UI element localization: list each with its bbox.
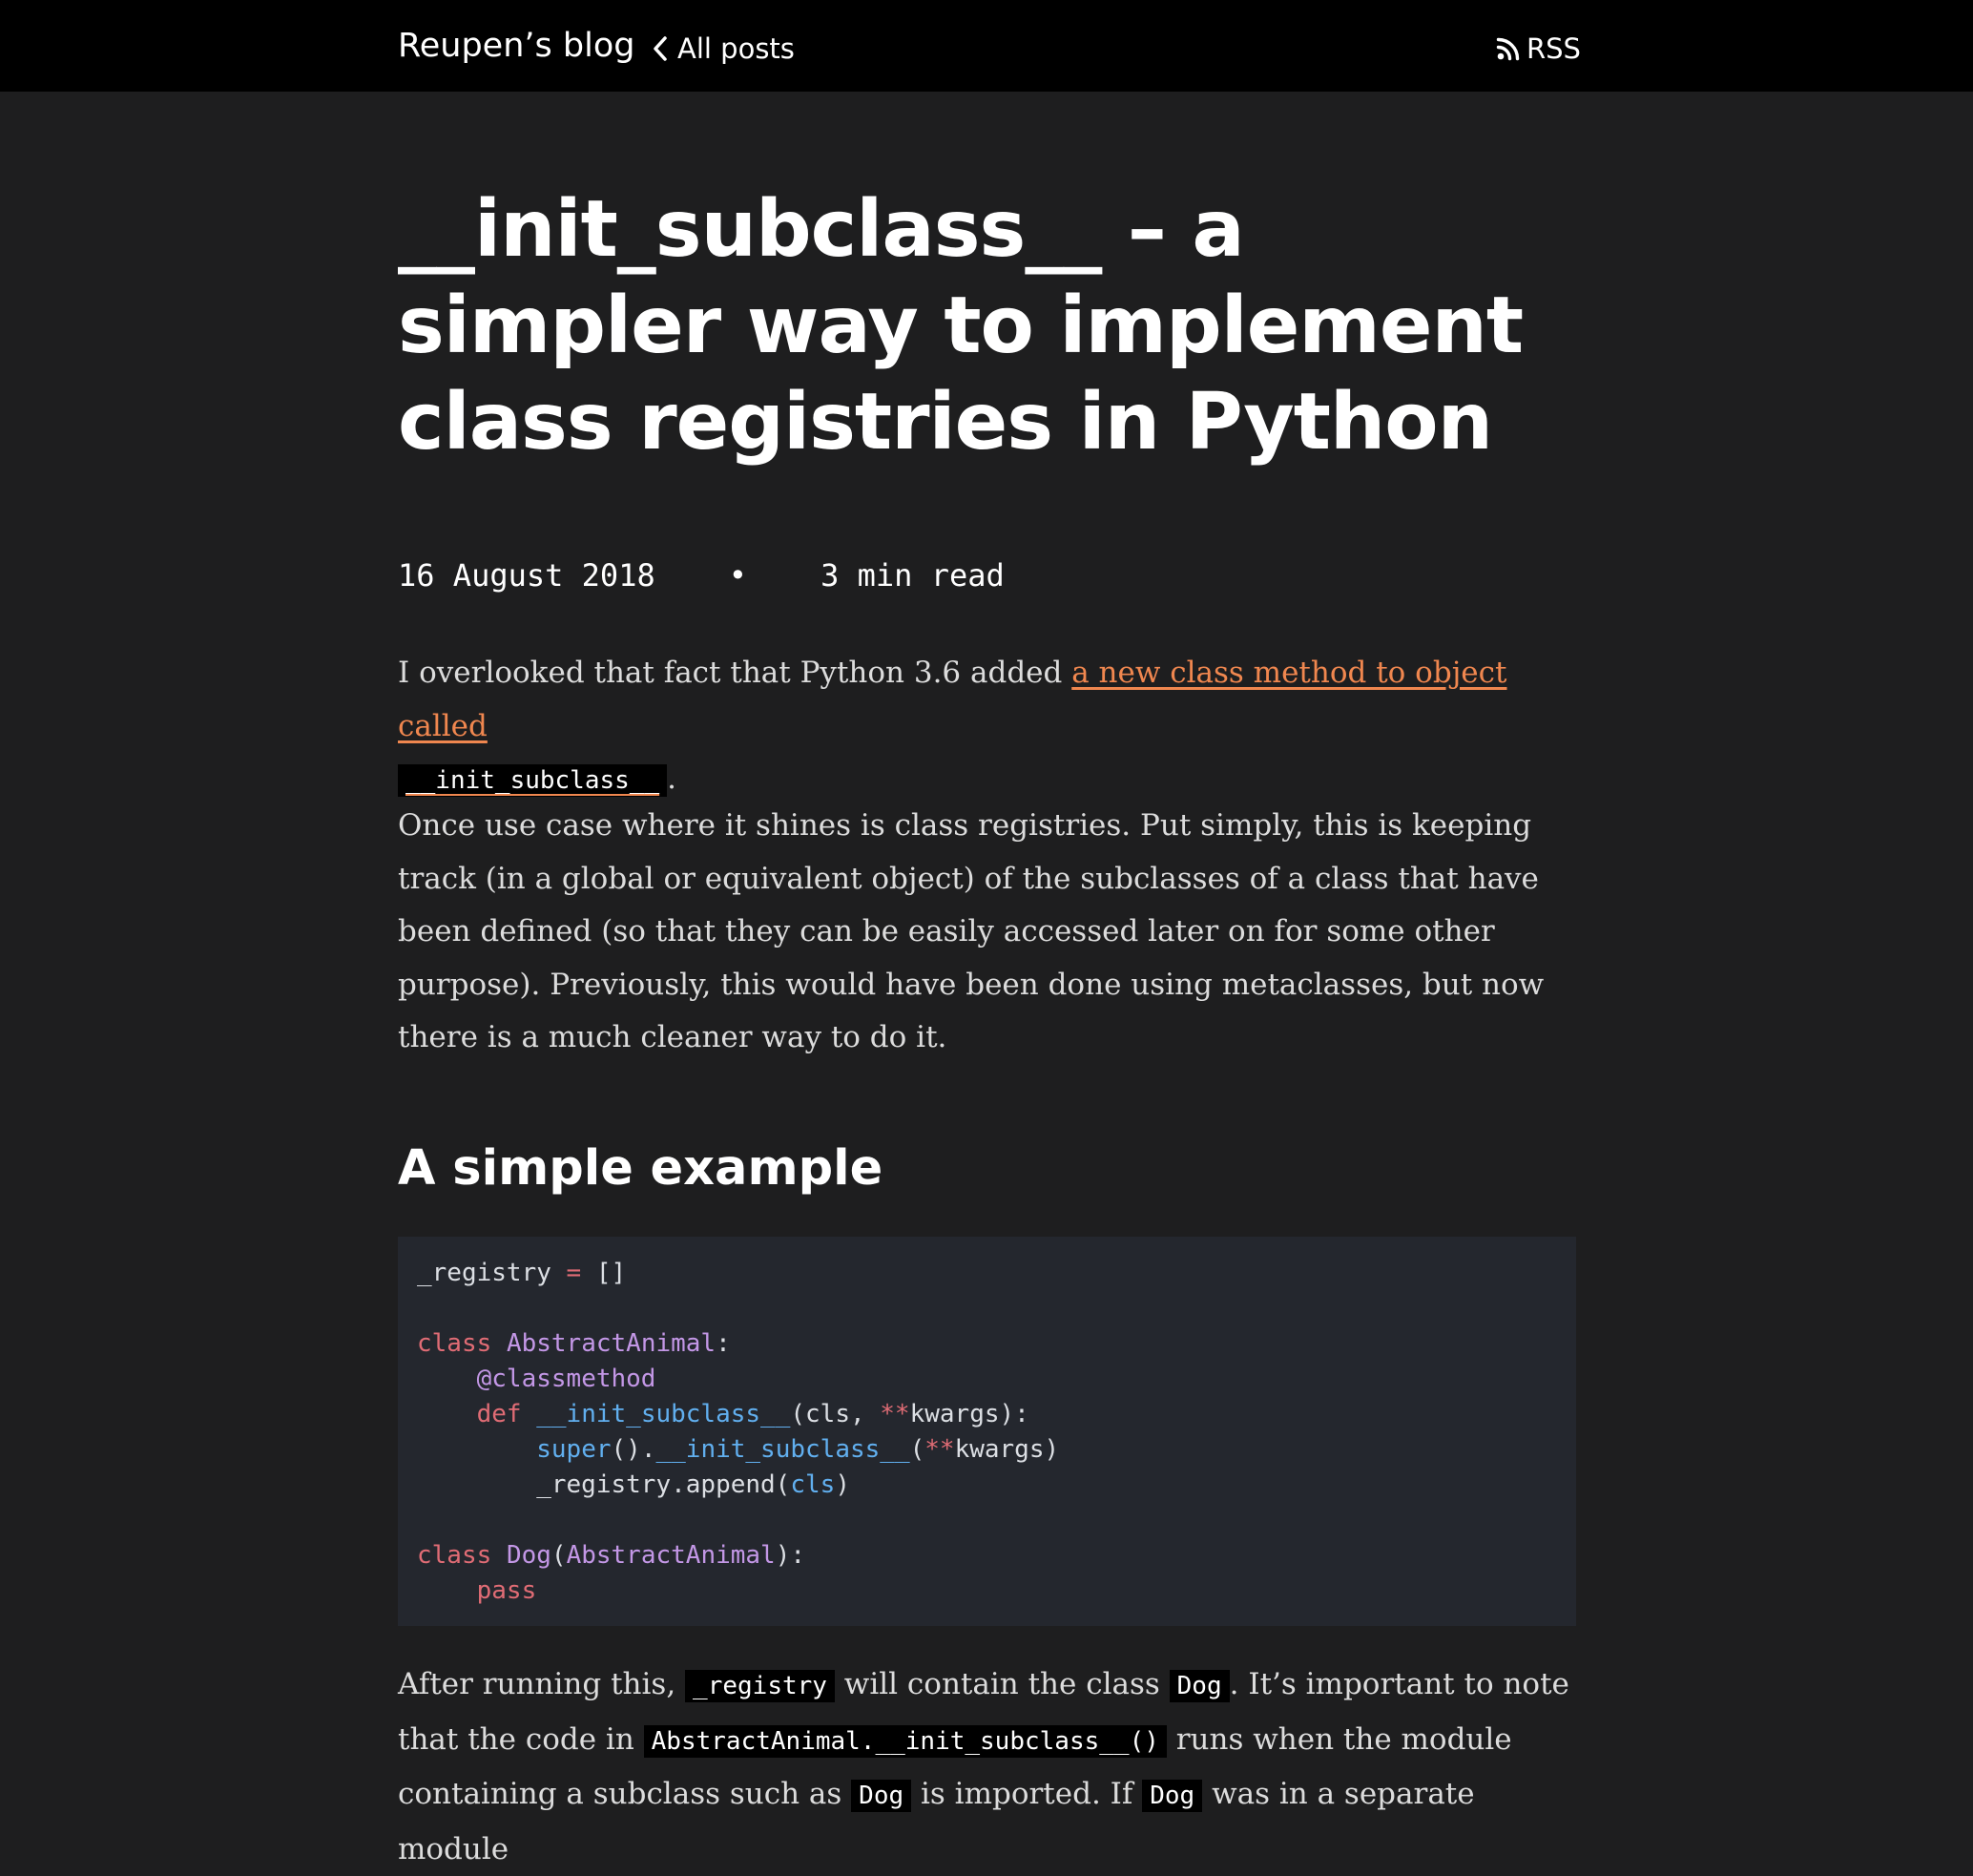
- section-heading-simple-example: A simple example: [398, 1140, 883, 1197]
- rss-icon: [1496, 37, 1520, 61]
- code-line: super().__init_subclass__(**kwargs): [536, 1435, 1060, 1464]
- code-line: @classmethod: [476, 1365, 656, 1393]
- init-subclass-docs-link-code[interactable]: __init_subclass__: [398, 764, 668, 797]
- code-block: _registry = [] class AbstractAnimal: @cla…: [398, 1237, 1576, 1626]
- post-date: 16 August 2018: [398, 557, 655, 594]
- inline-code: Dog: [1169, 1670, 1230, 1702]
- inline-code: Dog: [1142, 1780, 1203, 1812]
- intro-paragraph: I overlooked that fact that Python 3.6 a…: [398, 647, 1576, 808]
- code-line: _registry = []: [417, 1259, 627, 1287]
- inline-code: AbstractAnimal.__init_subclass__(): [643, 1724, 1167, 1758]
- rss-label: RSS: [1526, 32, 1581, 65]
- chevron-left-icon: [654, 36, 667, 61]
- rss-link[interactable]: RSS: [1496, 31, 1581, 67]
- post-meta: 16 August 2018 • 3 min read: [398, 556, 1005, 594]
- body-paragraph-registries: Once use case where it shines is class r…: [398, 808, 1545, 1054]
- code-line: _registry.append(cls): [417, 1470, 850, 1499]
- inline-code: _registry: [685, 1670, 835, 1702]
- all-posts-label: All posts: [677, 32, 795, 65]
- inline-code: Dog: [851, 1780, 912, 1812]
- code-line: class AbstractAnimal:: [417, 1329, 731, 1358]
- intro-period: .: [667, 761, 676, 796]
- blog-brand-link[interactable]: Reupen’s blog: [398, 25, 634, 67]
- all-posts-link[interactable]: All posts: [651, 31, 795, 67]
- post-title: __init_subclass__ – a simpler way to imp…: [398, 184, 1524, 468]
- meta-separator: •: [728, 557, 748, 594]
- code-line: pass: [476, 1576, 537, 1605]
- body-paragraph-after-running: After running this, _registry will conta…: [398, 1667, 1569, 1866]
- intro-text: I overlooked that fact that Python 3.6 a…: [398, 656, 1072, 690]
- code-line: def __init_subclass__(cls, **kwargs):: [476, 1400, 1029, 1428]
- top-navigation-bar: Reupen’s blog All posts RSS: [0, 0, 1973, 92]
- code-line: class Dog(AbstractAnimal):: [417, 1541, 806, 1570]
- read-time: 3 min read: [820, 557, 1005, 594]
